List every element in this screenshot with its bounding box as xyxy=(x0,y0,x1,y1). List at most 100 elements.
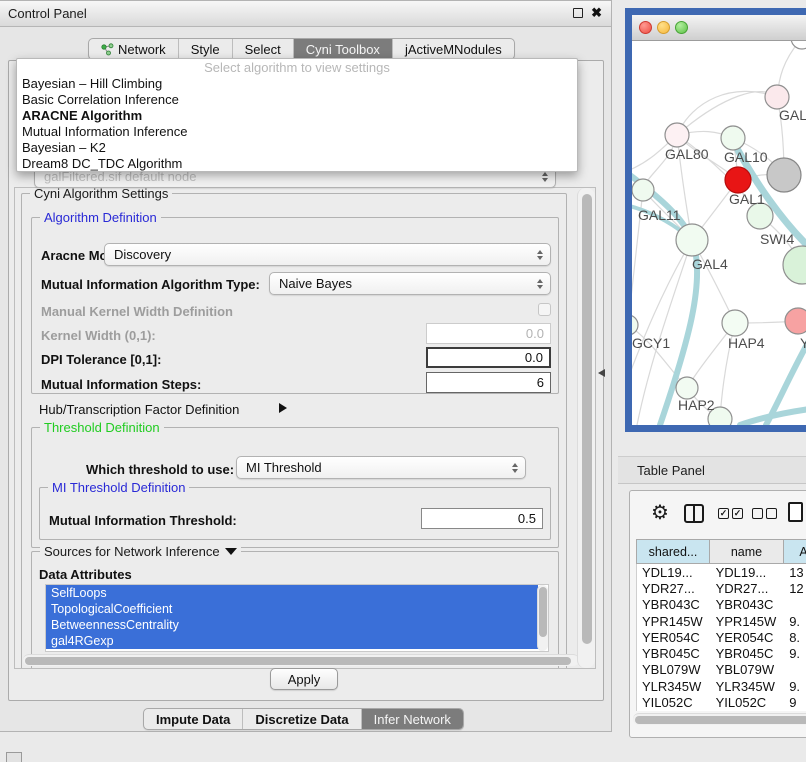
tab-infer-network-label: Infer Network xyxy=(374,712,451,727)
sources-title: Sources for Network Inference xyxy=(40,544,241,559)
node-gal10[interactable] xyxy=(721,126,745,150)
node-label: Y xyxy=(800,335,806,351)
manual-kernel-label: Manual Kernel Width Definition xyxy=(41,304,233,319)
node-swi4[interactable] xyxy=(783,246,806,284)
apply-button[interactable]: Apply xyxy=(270,668,338,690)
tab-network[interactable]: Network xyxy=(89,39,178,59)
gear-icon[interactable]: ⚙ xyxy=(651,503,669,523)
table-row[interactable]: YIL052C YIL052C 9 xyxy=(637,694,806,710)
hub-definition-expander[interactable]: Hub/Transcription Factor Definition xyxy=(39,402,239,417)
network-view-window: GAL GAL80 GAL10 GAL1 GAL11 SWI4 GAL4 GCY… xyxy=(625,8,806,432)
tab-network-label: Network xyxy=(118,42,166,57)
cell: 9. xyxy=(784,679,806,694)
tab-style[interactable]: Style xyxy=(178,39,232,59)
cell: 9. xyxy=(784,614,806,629)
table-row[interactable]: YBR045C YBR045C 9. xyxy=(637,645,806,661)
dropdown-item[interactable]: Bayesian – Hill Climbing xyxy=(17,76,577,92)
node-salmon[interactable] xyxy=(785,308,806,334)
dropdown-item[interactable]: Mutual Information Inference xyxy=(17,124,577,140)
cell: YBR043C xyxy=(711,597,785,612)
tab-infer-network[interactable]: Infer Network xyxy=(361,709,463,729)
table-row[interactable]: YBR043C YBR043C xyxy=(637,597,806,613)
column-header-partial[interactable]: A xyxy=(784,539,806,564)
network-window-titlebar[interactable] xyxy=(632,15,806,41)
node-gray[interactable] xyxy=(767,158,801,192)
close-traffic-light[interactable] xyxy=(639,21,652,34)
node-label: GAL11 xyxy=(638,207,681,223)
algorithm-dropdown-popup: Select algorithm to view settings Bayesi… xyxy=(16,58,578,172)
node-gal11[interactable] xyxy=(632,179,654,201)
float-window-icon[interactable] xyxy=(573,8,583,18)
table-row[interactable]: YDR27... YDR27... 12 xyxy=(637,580,806,596)
table-row[interactable]: YBL079W YBL079W xyxy=(637,662,806,678)
dpi-tolerance-field[interactable]: 0.0 xyxy=(426,347,551,368)
cell: YBR043C xyxy=(637,597,711,612)
network-canvas[interactable]: GAL GAL80 GAL10 GAL1 GAL11 SWI4 GAL4 GCY… xyxy=(632,41,806,425)
node-label: GCY1 xyxy=(632,335,670,351)
table-row[interactable]: YER054C YER054C 8. xyxy=(637,629,806,645)
table-panel-header: Table Panel xyxy=(618,456,806,484)
cell: YER054C xyxy=(637,630,711,645)
settings-horizontal-scrollbar[interactable] xyxy=(23,654,579,666)
zoom-traffic-light[interactable] xyxy=(675,21,688,34)
node-gal80[interactable] xyxy=(665,123,689,147)
split-columns-icon[interactable] xyxy=(684,504,704,523)
table-panel-title: Table Panel xyxy=(637,463,705,478)
dropdown-item[interactable]: Bayesian – K2 xyxy=(17,140,577,156)
list-item[interactable]: BetweennessCentrality xyxy=(46,617,538,633)
node[interactable] xyxy=(791,41,806,49)
dropdown-item[interactable]: Basic Correlation Inference xyxy=(17,92,577,108)
mi-steps-label: Mutual Information Steps: xyxy=(41,377,201,392)
dropdown-item-selected[interactable]: ARACNE Algorithm xyxy=(17,108,577,124)
list-vertical-scrollbar[interactable] xyxy=(537,585,548,651)
node-hap2[interactable] xyxy=(676,377,698,399)
node-label: GAL80 xyxy=(665,146,709,162)
settings-vertical-scrollbar[interactable] xyxy=(577,188,595,668)
aracne-mode-combo[interactable]: Discovery xyxy=(104,243,551,266)
node-gal1-selected[interactable] xyxy=(725,167,751,193)
tab-discretize-data[interactable]: Discretize Data xyxy=(242,709,360,729)
dropdown-item[interactable]: Dream8 DC_TDC Algorithm xyxy=(17,156,577,172)
table-header-row: shared... name A xyxy=(636,539,806,564)
tab-impute-data-label: Impute Data xyxy=(156,712,230,727)
select-all-checkboxes-icon[interactable]: ✓✓ xyxy=(718,508,743,519)
column-header-name[interactable]: name xyxy=(710,539,784,564)
bottom-tabbar: Impute Data Discretize Data Infer Networ… xyxy=(143,708,464,730)
threshold-definition-title: Threshold Definition xyxy=(40,420,164,435)
control-panel-tabbar: Network Style Select Cyni Toolbox jActiv… xyxy=(88,38,515,60)
list-item[interactable]: gal4RGexp xyxy=(46,633,538,649)
mi-threshold-field[interactable]: 0.5 xyxy=(421,508,543,529)
list-item[interactable]: TopologicalCoefficient xyxy=(46,601,538,617)
control-panel-titlebar: Control Panel ✖ xyxy=(0,1,611,27)
close-window-icon[interactable]: ✖ xyxy=(591,5,602,21)
list-item[interactable]: SelfLoops xyxy=(46,585,538,601)
deselect-all-checkboxes-icon[interactable] xyxy=(752,508,777,519)
tab-impute-data[interactable]: Impute Data xyxy=(144,709,242,729)
tab-cyni-toolbox[interactable]: Cyni Toolbox xyxy=(293,39,392,59)
cell: YIL052C xyxy=(637,695,711,710)
cell: YDR27... xyxy=(711,581,785,596)
kernel-width-field[interactable]: 0.0 xyxy=(426,323,551,344)
node-gal4[interactable] xyxy=(676,224,708,256)
collapse-down-icon[interactable] xyxy=(225,548,237,555)
table-row[interactable]: YDL19... YDL19... 13 xyxy=(637,564,806,580)
column-header-shared-name[interactable]: shared... xyxy=(636,539,710,564)
new-table-icon[interactable] xyxy=(788,502,803,522)
tab-jactivemnodules[interactable]: jActiveMNodules xyxy=(392,39,514,59)
node[interactable] xyxy=(765,85,789,109)
expander-right-icon[interactable] xyxy=(279,403,287,413)
which-threshold-label: Which threshold to use: xyxy=(86,462,234,477)
mi-algorithm-type-combo[interactable]: Naive Bayes xyxy=(269,272,551,295)
minimize-traffic-light[interactable] xyxy=(657,21,670,34)
cell: YPR145W xyxy=(637,614,711,629)
stepper-arrows-icon xyxy=(537,250,543,260)
manual-kernel-checkbox[interactable] xyxy=(538,303,551,316)
table-row[interactable]: YPR145W YPR145W 9. xyxy=(637,613,806,629)
which-threshold-combo[interactable]: MI Threshold xyxy=(236,456,526,479)
table-row[interactable]: YLR345W YLR345W 9. xyxy=(637,678,806,694)
table-horizontal-scrollbar[interactable] xyxy=(633,713,806,725)
tab-select[interactable]: Select xyxy=(232,39,293,59)
node-label: GAL xyxy=(779,107,806,123)
mi-steps-field[interactable]: 6 xyxy=(426,372,551,393)
node-hap4[interactable] xyxy=(722,310,748,336)
